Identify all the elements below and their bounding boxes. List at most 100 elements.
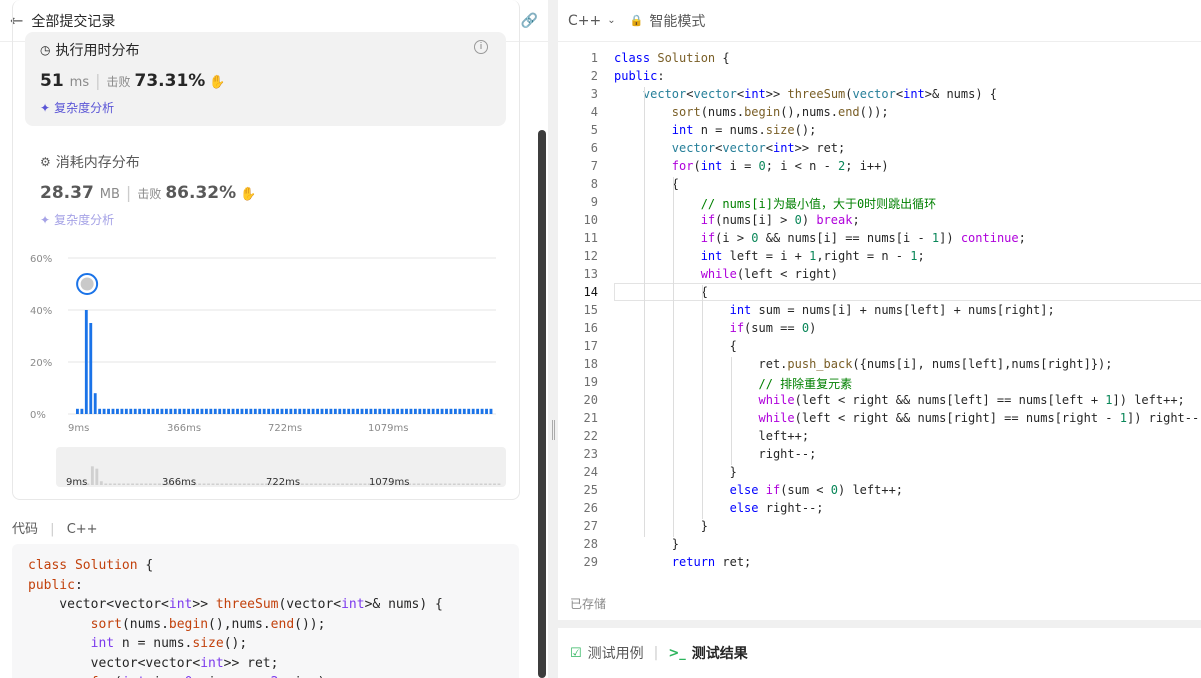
chart-bar[interactable]	[293, 408, 297, 414]
chart-bar[interactable]	[453, 408, 457, 414]
chart-bar[interactable]	[458, 408, 462, 414]
chart-bar[interactable]	[342, 408, 346, 414]
chart-bar[interactable]	[320, 408, 324, 414]
chart-bar[interactable]	[151, 408, 155, 414]
chart-bar[interactable]	[213, 408, 217, 414]
chart-bar[interactable]	[276, 408, 279, 414]
chart-bar[interactable]	[129, 408, 133, 414]
chart-bar[interactable]	[449, 408, 453, 414]
chart-bar[interactable]	[200, 408, 204, 414]
chart-bar[interactable]	[289, 408, 293, 414]
chart-bar[interactable]	[298, 408, 302, 414]
mode-toggle[interactable]: 🔒 智能模式	[630, 11, 706, 31]
chart-bar[interactable]	[258, 408, 262, 414]
code-line[interactable]: // 排除重复元素	[614, 375, 853, 392]
chart-bar[interactable]	[333, 408, 337, 414]
chart-bar[interactable]	[76, 408, 79, 414]
code-line[interactable]: class Solution {	[614, 51, 730, 65]
chart-bar[interactable]	[338, 408, 342, 414]
chart-bar[interactable]	[244, 408, 248, 414]
chart-bar[interactable]	[280, 408, 284, 414]
code-line[interactable]: int left = i + 1,right = n - 1;	[614, 249, 925, 263]
chart-bar[interactable]	[93, 393, 97, 414]
chart-bar[interactable]	[378, 408, 382, 414]
chart-bar[interactable]	[356, 408, 359, 414]
left-scrollbar[interactable]	[538, 130, 546, 678]
chart-bar[interactable]	[133, 408, 137, 414]
chart-bar[interactable]	[178, 408, 182, 414]
tab-test-result[interactable]: >_ 测试结果	[668, 643, 747, 663]
code-line[interactable]: return ret;	[614, 555, 751, 569]
chart-bar[interactable]	[222, 408, 226, 414]
chart-bar[interactable]	[182, 408, 186, 414]
memory-analysis-link[interactable]: ✦ 复杂度分析	[40, 211, 114, 228]
chart-bar[interactable]	[156, 408, 159, 414]
code-line[interactable]: int sum = nums[i] + nums[left] + nums[ri…	[614, 303, 1055, 317]
chart-bar[interactable]	[138, 408, 142, 414]
code-line[interactable]: if(nums[i] > 0) break;	[614, 213, 860, 227]
chart-bar[interactable]	[89, 323, 93, 414]
chart-bar[interactable]	[440, 408, 444, 414]
code-line[interactable]: public:	[614, 69, 665, 83]
chart-bar[interactable]	[231, 408, 235, 414]
chart-bar[interactable]	[209, 408, 213, 414]
runtime-analysis-link[interactable]: ✦ 复杂度分析	[40, 99, 114, 116]
chart-bar[interactable]	[218, 408, 222, 414]
chart-bar[interactable]	[249, 408, 253, 414]
runtime-distribution-chart[interactable]: 60% 40% 20% 0% 9ms 366ms 722ms 1079ms	[30, 248, 500, 438]
chart-bar[interactable]	[471, 408, 475, 414]
code-line[interactable]: // nums[i]为最小值，大于0时则跳出循环	[614, 195, 936, 212]
chart-range-slider[interactable]: 9ms 366ms 722ms 1079ms	[56, 447, 506, 487]
chart-bar[interactable]	[480, 408, 484, 414]
code-line[interactable]: }	[614, 537, 679, 551]
chart-bar[interactable]	[120, 408, 124, 414]
code-line[interactable]: sort(nums.begin(),nums.end());	[614, 105, 889, 119]
chart-bar[interactable]	[387, 408, 391, 414]
chart-bar[interactable]	[102, 408, 106, 414]
chart-bar[interactable]	[373, 408, 377, 414]
code-line[interactable]: while(left < right && nums[left] == nums…	[614, 393, 1185, 407]
code-line[interactable]: ret.push_back({nums[i], nums[left],nums[…	[614, 357, 1112, 371]
chart-bar[interactable]	[236, 408, 239, 414]
chart-bar[interactable]	[316, 408, 319, 414]
chart-bar[interactable]	[485, 408, 488, 414]
language-select[interactable]: C++ ⌄	[568, 13, 616, 29]
code-line[interactable]: vector<vector<int>> ret;	[614, 141, 845, 155]
chart-bar[interactable]	[325, 408, 328, 414]
chart-bar[interactable]	[365, 408, 368, 414]
chart-bar[interactable]	[204, 408, 208, 414]
code-line[interactable]: }	[614, 465, 737, 479]
chart-bar[interactable]	[360, 408, 364, 414]
chart-bar[interactable]	[476, 408, 480, 414]
chart-bar[interactable]	[253, 408, 257, 414]
panel-resizer[interactable]	[549, 0, 558, 678]
code-line[interactable]: else if(sum < 0) left++;	[614, 483, 903, 497]
code-line[interactable]: else right--;	[614, 501, 824, 515]
chart-bar[interactable]	[302, 408, 306, 414]
chart-bar[interactable]	[489, 408, 493, 414]
code-line[interactable]: if(i > 0 && nums[i] == nums[i - 1]) cont…	[614, 231, 1026, 245]
chart-bar[interactable]	[405, 408, 408, 414]
chart-bar[interactable]	[271, 408, 275, 414]
info-icon[interactable]: i	[474, 40, 488, 54]
chart-bar[interactable]	[413, 408, 417, 414]
code-line[interactable]: }	[614, 519, 708, 533]
chart-bar[interactable]	[467, 408, 471, 414]
link-icon[interactable]: 🔗	[521, 13, 538, 29]
chart-bar[interactable]	[351, 408, 355, 414]
chart-bar[interactable]	[160, 408, 164, 414]
chart-bar[interactable]	[80, 408, 84, 414]
code-line[interactable]: {	[614, 339, 737, 353]
code-line[interactable]: while(left < right)	[614, 267, 838, 281]
chart-bar[interactable]	[462, 408, 466, 414]
chart-bar[interactable]	[267, 408, 271, 414]
chart-bar[interactable]	[445, 408, 448, 414]
chart-bar[interactable]	[369, 408, 373, 414]
code-editor[interactable]: 1 class Solution {2 public: 3 vector<vector…	[558, 49, 1201, 579]
chart-bar[interactable]	[173, 408, 177, 414]
chart-bar[interactable]	[164, 408, 168, 414]
chart-bar[interactable]	[427, 408, 431, 414]
code-line[interactable]: vector<vector<int>> threeSum(vector<int>…	[614, 87, 997, 101]
memory-title[interactable]: ⚙ 消耗内存分布	[40, 152, 140, 172]
chart-bar[interactable]	[191, 408, 195, 414]
